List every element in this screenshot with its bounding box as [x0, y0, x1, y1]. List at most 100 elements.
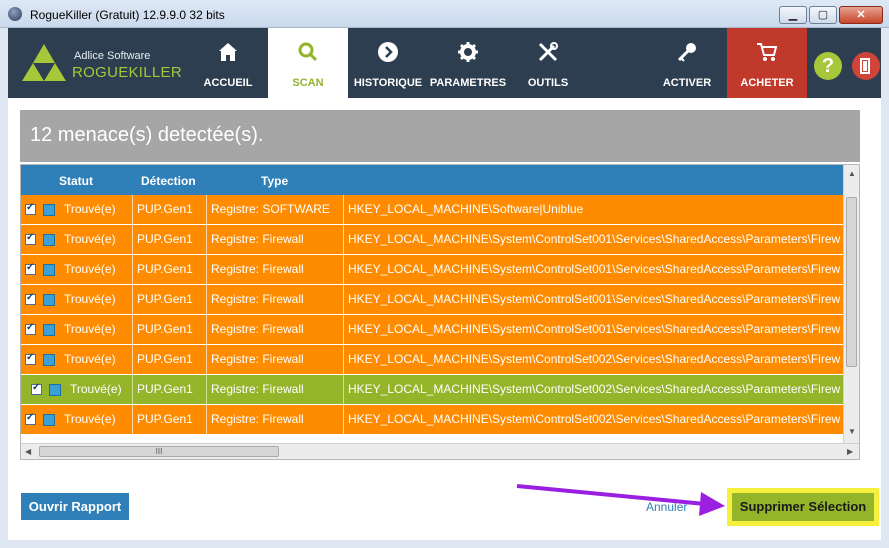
close-button[interactable]: ✕	[839, 6, 883, 24]
search-icon	[298, 42, 318, 62]
status-cell: Trouvé(e)	[64, 352, 116, 366]
exit-button[interactable]	[852, 52, 880, 80]
row-checkbox[interactable]	[25, 292, 36, 305]
path-cell: HKEY_LOCAL_MACHINE\System\ControlSet002\…	[343, 405, 843, 434]
window-controls: ▁ ▢ ✕	[779, 6, 883, 24]
logo: Adlice Software ROGUEKILLER	[22, 40, 202, 86]
vertical-scroll-thumb[interactable]	[846, 197, 857, 367]
delete-button-highlight: Supprimer Sélection	[727, 488, 879, 526]
table-row[interactable]: Trouvé(e) PUP.Gen1Registre: FirewallHKEY_…	[21, 285, 859, 315]
maximize-button[interactable]: ▢	[809, 6, 837, 24]
package-icon	[43, 324, 55, 336]
path-cell: HKEY_LOCAL_MACHINE\System\ControlSet002\…	[343, 375, 843, 404]
nav-outils[interactable]: OUTILS	[512, 28, 584, 98]
scroll-right-icon[interactable]: ▶	[847, 447, 853, 456]
scroll-down-icon[interactable]: ▼	[848, 427, 856, 436]
gear-icon	[458, 42, 478, 62]
triforce-logo-icon	[22, 44, 66, 81]
tools-icon	[538, 42, 558, 62]
type-cell: Registre: Firewall	[206, 285, 343, 314]
nav-acheter[interactable]: ACHETER	[727, 28, 807, 98]
status-cell: Trouvé(e)	[64, 292, 116, 306]
table-row[interactable]: Trouvé(e) PUP.Gen1Registre: SOFTWAREHKEY_…	[21, 195, 859, 225]
column-header-detection[interactable]: Détection	[141, 174, 196, 188]
row-checkbox[interactable]	[25, 352, 36, 365]
type-cell: Registre: Firewall	[206, 255, 343, 284]
nav-accueil[interactable]: ACCUEIL	[192, 28, 264, 98]
open-report-button[interactable]: Ouvrir Rapport	[21, 493, 129, 520]
scroll-up-icon[interactable]: ▲	[848, 169, 856, 178]
key-icon	[677, 43, 696, 62]
threats-heading-panel: 12 menace(s) detectée(s).	[20, 110, 860, 162]
row-checkbox[interactable]	[25, 322, 36, 335]
nav-label: ACHETER	[740, 77, 794, 89]
path-cell: HKEY_LOCAL_MACHINE\System\ControlSet002\…	[343, 345, 843, 374]
table-row[interactable]: Trouvé(e) PUP.Gen1Registre: FirewallHKEY_…	[21, 225, 859, 255]
status-cell: Trouvé(e)	[64, 202, 116, 216]
company-name: Adlice Software	[74, 50, 151, 62]
detection-cell: PUP.Gen1	[132, 315, 206, 344]
type-cell: Registre: Firewall	[206, 405, 343, 434]
package-icon	[43, 204, 55, 216]
table-row[interactable]: Trouvé(e) PUP.Gen1Registre: FirewallHKEY_…	[21, 405, 859, 435]
cart-icon	[757, 43, 778, 61]
nav-activer[interactable]: ACTIVER	[650, 28, 724, 98]
path-cell: HKEY_LOCAL_MACHINE\System\ControlSet001\…	[343, 225, 843, 254]
package-icon	[49, 384, 61, 396]
chevron-right-circle-icon	[378, 42, 398, 62]
table-row[interactable]: Trouvé(e) PUP.Gen1Registre: FirewallHKEY_…	[21, 375, 859, 405]
type-cell: Registre: Firewall	[206, 225, 343, 254]
table-row[interactable]: Trouvé(e) PUP.Gen1Registre: FirewallHKEY_…	[21, 255, 859, 285]
nav-historique[interactable]: HISTORIQUE	[350, 28, 426, 98]
scroll-left-icon[interactable]: ◀	[25, 447, 31, 456]
nav-label: SCAN	[292, 77, 324, 89]
nav-label: PARAMETRES	[429, 77, 507, 89]
annotation-arrow-icon	[516, 484, 725, 516]
table-row[interactable]: Trouvé(e) PUP.Gen1Registre: FirewallHKEY_…	[21, 345, 859, 375]
row-checkbox[interactable]	[25, 412, 36, 425]
row-checkbox[interactable]	[25, 262, 36, 275]
nav-label: ACCUEIL	[203, 77, 253, 89]
detection-cell: PUP.Gen1	[132, 255, 206, 284]
package-icon	[43, 354, 55, 366]
table-header: Statut Détection Type	[21, 165, 859, 195]
type-cell: Registre: Firewall	[206, 345, 343, 374]
nav-label: OUTILS	[527, 77, 569, 89]
window-title: RogueKiller (Gratuit) 12.9.9.0 32 bits	[30, 8, 225, 22]
product-name: ROGUEKILLER	[72, 64, 182, 81]
package-icon	[43, 234, 55, 246]
type-cell: Registre: Firewall	[206, 375, 343, 404]
column-header-type[interactable]: Type	[261, 174, 288, 188]
window-titlebar: RogueKiller (Gratuit) 12.9.9.0 32 bits ▁…	[0, 0, 889, 28]
package-icon	[43, 414, 55, 426]
minimize-button[interactable]: ▁	[779, 6, 807, 24]
type-cell: Registre: Firewall	[206, 315, 343, 344]
detection-cell: PUP.Gen1	[132, 285, 206, 314]
row-checkbox[interactable]	[25, 232, 36, 245]
detection-cell: PUP.Gen1	[132, 345, 206, 374]
row-checkbox[interactable]	[25, 202, 36, 215]
exit-icon	[860, 58, 870, 74]
threats-count-title: 12 menace(s) detectée(s).	[30, 124, 264, 146]
vertical-scrollbar[interactable]: ▲ ▼	[843, 165, 859, 443]
results-table: Statut Détection Type Trouvé(e)PUP.Gen1R…	[20, 164, 860, 460]
help-button[interactable]: ?	[814, 52, 842, 80]
horizontal-scroll-thumb[interactable]: III	[39, 446, 279, 457]
path-cell: HKEY_LOCAL_MACHINE\System\ControlSet001\…	[343, 255, 843, 284]
table-body: Trouvé(e)PUP.Gen1Registre: SOFTWAREHKEY_…	[21, 195, 859, 435]
package-icon	[43, 294, 55, 306]
status-cell: Trouvé(e)	[64, 262, 116, 276]
path-cell: HKEY_LOCAL_MACHINE\Software|Uniblue	[343, 195, 843, 224]
delete-selection-button[interactable]: Supprimer Sélection	[732, 493, 874, 521]
horizontal-scrollbar[interactable]: ◀ III ▶	[21, 443, 859, 459]
status-cell: Trouvé(e)	[64, 232, 116, 246]
app-icon	[8, 7, 22, 21]
nav-scan[interactable]: SCAN	[268, 28, 348, 98]
row-checkbox[interactable]	[31, 382, 42, 395]
detection-cell: PUP.Gen1	[132, 225, 206, 254]
nav-parametres[interactable]: PARAMETRES	[428, 28, 508, 98]
column-header-statut[interactable]: Statut	[59, 174, 93, 188]
status-cell: Trouvé(e)	[64, 322, 116, 336]
table-row[interactable]: Trouvé(e) PUP.Gen1Registre: FirewallHKEY_…	[21, 315, 859, 345]
path-cell: HKEY_LOCAL_MACHINE\System\ControlSet001\…	[343, 315, 843, 344]
